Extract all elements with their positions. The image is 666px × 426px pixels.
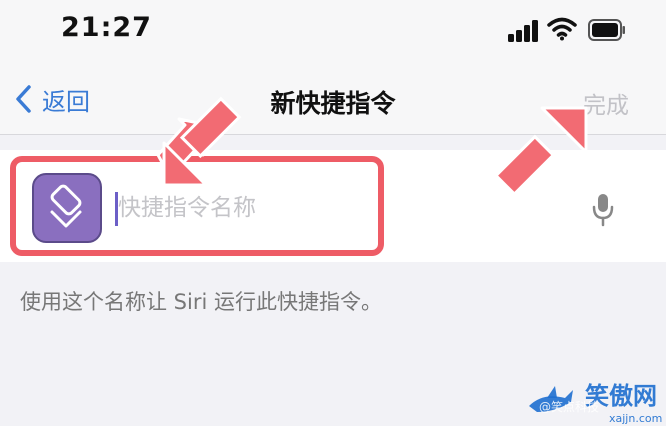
status-bar: 21:27 [0, 0, 666, 62]
annotation-arrow-icon [493, 106, 588, 197]
annotation-arrow-icon [156, 96, 242, 187]
svg-text:xajjn.com: xajjn.com [609, 412, 662, 425]
watermark-credit: @笑点科技 [539, 400, 600, 414]
wifi-icon [547, 17, 577, 41]
hint-text: 使用这个名称让 Siri 运行此快捷指令。 [20, 290, 382, 314]
status-time: 21:27 [61, 12, 152, 43]
battery-icon [588, 19, 625, 41]
signal-icon [508, 20, 538, 42]
